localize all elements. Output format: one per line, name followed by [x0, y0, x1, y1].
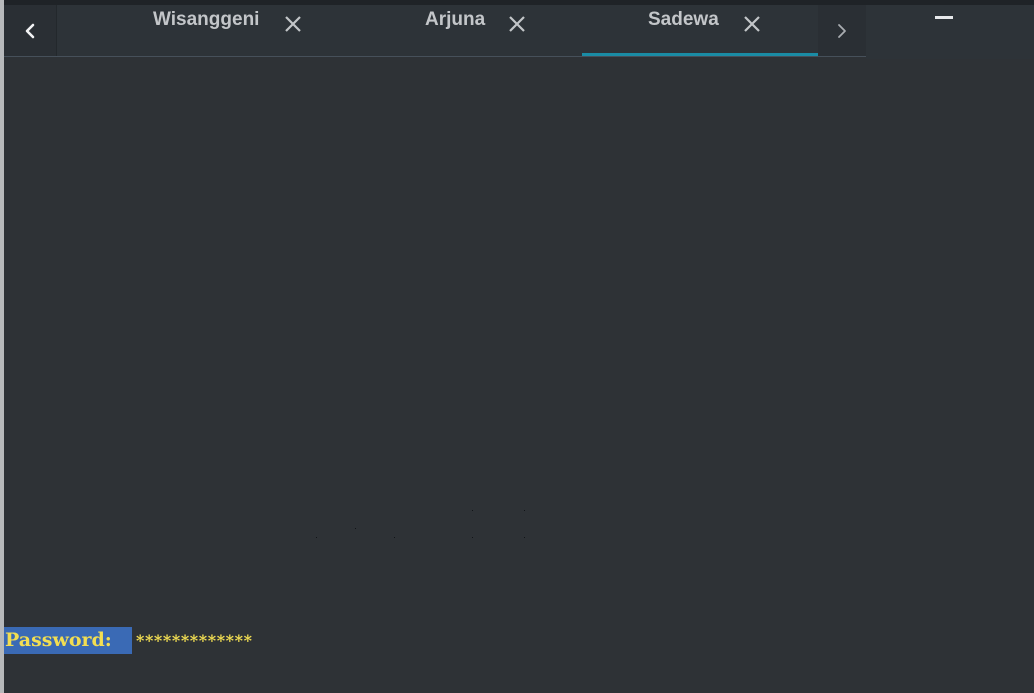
window-controls	[866, 5, 1034, 59]
tab-wisanggeni[interactable]: Wisanggeni	[57, 5, 317, 56]
close-icon[interactable]	[507, 14, 527, 34]
password-label: Password:	[4, 627, 132, 654]
artifact-dot	[524, 537, 525, 538]
chevron-right-icon	[838, 23, 846, 38]
close-icon[interactable]	[742, 14, 762, 34]
minimize-button[interactable]	[934, 5, 954, 31]
active-tab-indicator	[582, 53, 818, 56]
minimize-icon	[935, 16, 953, 19]
artifact-dot	[316, 537, 317, 538]
artifact-dot	[472, 537, 473, 538]
artifact-dot	[472, 510, 473, 511]
close-icon[interactable]	[283, 14, 303, 34]
artifact-dot	[394, 537, 395, 538]
artifact-dot	[355, 528, 356, 529]
tab-arjuna[interactable]: Arjuna	[317, 5, 581, 56]
terminal-area[interactable]	[4, 60, 1034, 693]
tab-label: Sadewa	[648, 9, 719, 30]
tab-bar: Wisanggeni Arjuna Sadewa	[4, 5, 866, 57]
chevron-left-icon	[25, 23, 35, 38]
password-masked-input[interactable]: *************	[136, 627, 253, 654]
password-prompt[interactable]: Password: *************	[4, 627, 253, 654]
tab-sadewa[interactable]: Sadewa	[582, 5, 818, 56]
artifact-dot	[524, 510, 525, 511]
scroll-tabs-left-button[interactable]	[4, 5, 56, 56]
tab-label: Arjuna	[425, 9, 486, 30]
scroll-tabs-right-button[interactable]	[818, 5, 866, 56]
tab-label: Wisanggeni	[153, 9, 260, 30]
